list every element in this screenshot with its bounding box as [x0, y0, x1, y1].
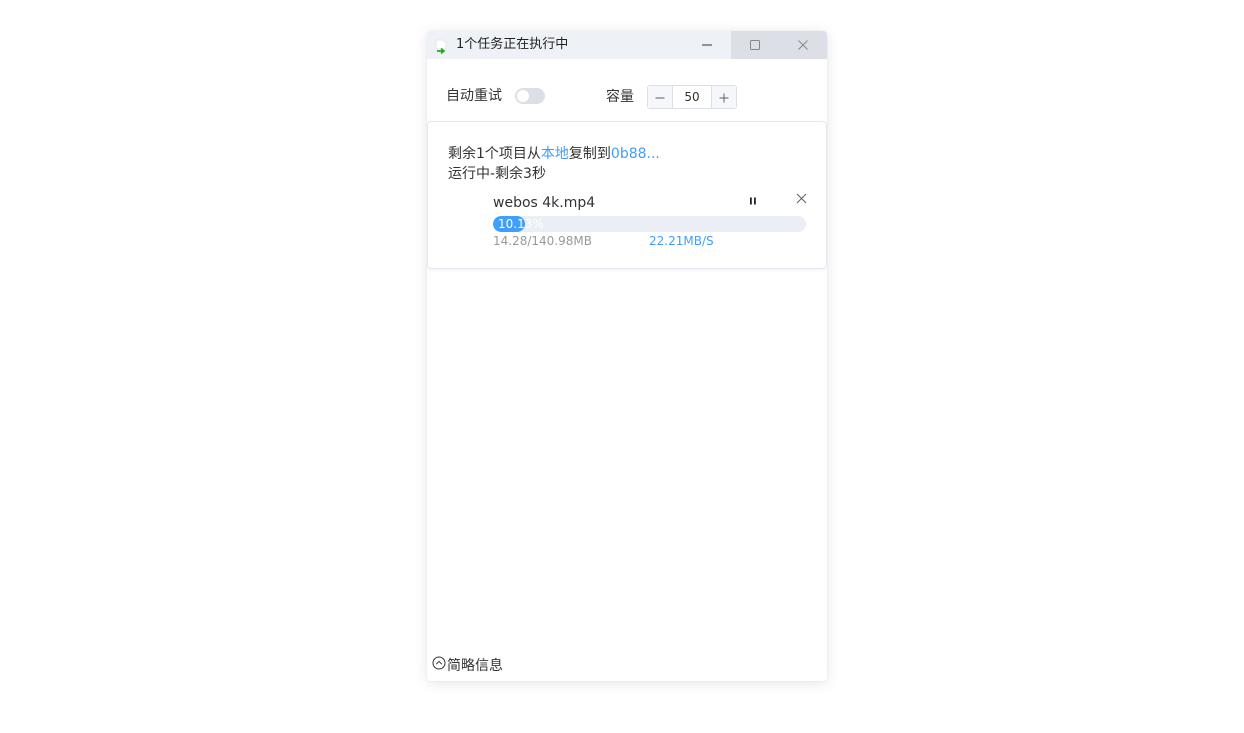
- file-copy-icon: [435, 39, 449, 55]
- capacity-input[interactable]: 50: [673, 86, 711, 108]
- minus-icon: [655, 88, 665, 107]
- close-button[interactable]: [779, 31, 827, 59]
- file-name: webos 4k.mp4: [493, 195, 596, 211]
- maximize-icon: [749, 36, 761, 55]
- auto-retry-label: 自动重试: [446, 88, 502, 104]
- cancel-transfer-button[interactable]: [794, 191, 808, 205]
- capacity-increment-button[interactable]: [711, 86, 736, 108]
- transfer-speed: 22.21MB/S: [649, 234, 714, 248]
- close-icon: [797, 36, 809, 55]
- plus-icon: [719, 88, 729, 107]
- task-card: 剩余1个项目从本地复制到0b88... 运行中-剩余3秒 webos 4k.mp…: [427, 121, 827, 269]
- task-status: 运行中-剩余3秒: [448, 166, 546, 182]
- pause-icon: [749, 190, 757, 209]
- capacity-label: 容量: [606, 89, 634, 105]
- source-link[interactable]: 本地: [541, 146, 569, 162]
- capacity-stepper: 50: [647, 85, 737, 109]
- minimize-icon: [701, 36, 713, 55]
- progress-bar: 10.13%: [493, 216, 806, 232]
- summary-prefix: 剩余1个项目从: [448, 146, 541, 162]
- destination-link[interactable]: 0b88...: [611, 146, 660, 162]
- transfer-window: 1个任务正在执行中 自动重试 容量 50 剩余1个项目从本地复制到0b88...…: [427, 31, 827, 681]
- auto-retry-toggle[interactable]: [515, 88, 545, 104]
- minimize-button[interactable]: [683, 31, 731, 59]
- chevron-up-icon: [432, 656, 446, 674]
- summary-middle: 复制到: [568, 146, 611, 162]
- progress-percent: 10.13%: [498, 217, 544, 231]
- brief-info-toggle[interactable]: 简略信息: [432, 656, 503, 674]
- pause-button[interactable]: [746, 192, 760, 206]
- brief-info-label: 简略信息: [447, 658, 503, 674]
- title-bar[interactable]: 1个任务正在执行中: [427, 31, 827, 59]
- task-summary: 剩余1个项目从本地复制到0b88...: [448, 144, 660, 164]
- transferred-size: 14.28/140.98MB: [493, 234, 592, 248]
- window-title: 1个任务正在执行中: [456, 37, 569, 52]
- close-icon: [796, 189, 807, 208]
- capacity-decrement-button[interactable]: [648, 86, 673, 108]
- maximize-button[interactable]: [731, 31, 779, 59]
